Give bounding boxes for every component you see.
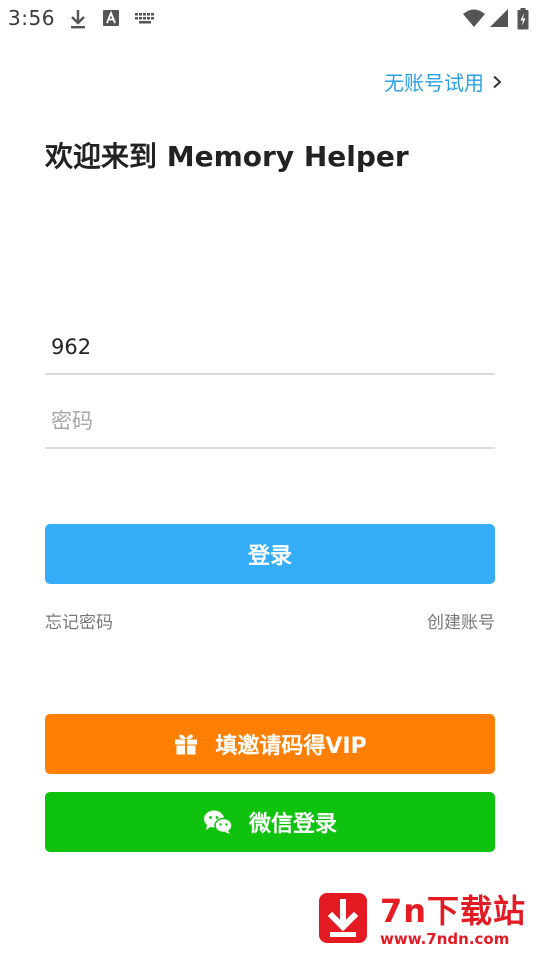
password-field-container: [45, 391, 495, 449]
login-button-label: 登录: [247, 544, 292, 569]
watermark-url: www.7ndn.com: [380, 930, 510, 948]
forgot-password-link[interactable]: 忘记密码: [45, 608, 113, 633]
wifi-icon: [463, 9, 485, 27]
keyboard-icon: [135, 13, 154, 24]
username-input[interactable]: [51, 329, 491, 365]
create-account-link[interactable]: 创建账号: [427, 608, 495, 633]
page-title: 欢迎来到 Memory Helper: [45, 140, 409, 173]
watermark-title: 7n下载站: [380, 892, 527, 930]
chevron-right-icon: [493, 75, 502, 88]
trial-link-label: 无账号试用: [384, 71, 484, 95]
watermark: 7n下载站 www.7ndn.com: [300, 872, 540, 960]
invite-button-label: 填邀请码得VIP: [215, 734, 367, 759]
status-time: 3:56: [8, 6, 55, 30]
login-button[interactable]: 登录: [45, 524, 495, 584]
download-icon: [71, 10, 85, 29]
wechat-login-button[interactable]: 微信登录: [45, 792, 495, 852]
status-bar: 3:56: [0, 0, 540, 36]
signal-icon: [490, 9, 508, 27]
username-field-container: [45, 317, 495, 375]
trial-without-account-link[interactable]: 无账号试用: [384, 67, 504, 96]
a-icon: [103, 10, 119, 26]
password-input[interactable]: [51, 403, 491, 439]
gift-icon: [175, 734, 198, 755]
invite-code-vip-button[interactable]: 填邀请码得VIP: [45, 714, 495, 774]
wechat-button-label: 微信登录: [248, 812, 337, 837]
wechat-icon: [203, 810, 233, 834]
battery-icon: [517, 8, 529, 30]
download-arrow-logo-icon: [319, 893, 367, 943]
